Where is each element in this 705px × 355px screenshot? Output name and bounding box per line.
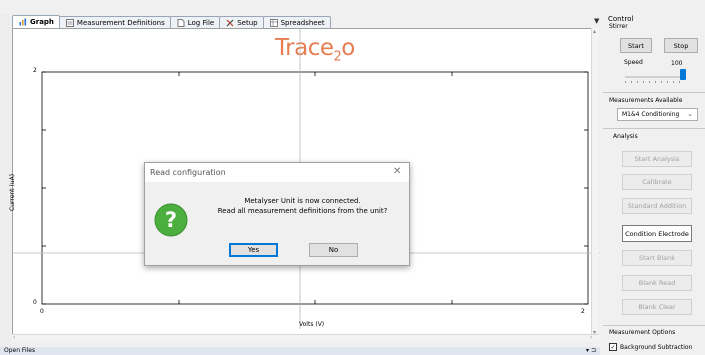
tab-spreadsheet[interactable]: Spreadsheet: [262, 16, 331, 28]
scroll-up-icon[interactable]: ▴: [593, 28, 596, 35]
measurement-select-value: M1&4 Conditioning: [622, 111, 680, 118]
tab-label: Spreadsheet: [280, 18, 325, 27]
spreadsheet-icon: [269, 18, 278, 27]
measurement-options-label: Measurement Options: [609, 329, 676, 336]
x-axis-label: Volts (V): [299, 321, 325, 328]
svg-text:?: ?: [165, 208, 177, 232]
measurements-available-label: Measurements Available: [609, 97, 683, 104]
tab-log-file[interactable]: Log File: [169, 16, 221, 28]
background-subtraction-checkbox[interactable]: ✓: [609, 343, 617, 351]
graph-horizontal-scrollbar[interactable]: ‹ ›: [12, 334, 599, 341]
scroll-right-icon[interactable]: ›: [590, 334, 592, 341]
yes-button[interactable]: Yes: [229, 243, 278, 257]
tab-graph[interactable]: Graph: [12, 15, 60, 28]
open-files-panel-header[interactable]: Open Files ▾ ⊐: [0, 347, 600, 355]
y-tick-label-bottom: 0: [33, 299, 37, 306]
tab-bar: Graph Measurement Definitions Log File S…: [12, 15, 331, 28]
tab-label: Measurement Definitions: [76, 18, 165, 27]
dialog-message: Metalyser Unit is now connected. Read al…: [200, 196, 405, 216]
x-tick-label-left: 0: [40, 308, 44, 315]
speed-slider-ticks: [625, 81, 685, 83]
start-blank-button[interactable]: Start Blank: [622, 250, 692, 266]
tab-setup[interactable]: Setup: [219, 16, 264, 28]
top-strip: [0, 0, 705, 14]
divider: [603, 128, 705, 129]
graph-vertical-scrollbar[interactable]: ▴ ▾: [591, 28, 599, 341]
background-subtraction-label: Background Subtraction: [620, 344, 693, 351]
divider: [603, 92, 705, 93]
scroll-left-icon[interactable]: ‹: [13, 334, 15, 341]
close-icon[interactable]: ✕: [393, 166, 401, 177]
standard-addition-button[interactable]: Standard Addition: [622, 198, 692, 214]
pin-icon[interactable]: ▾ ⊐: [586, 347, 596, 355]
dialog-title: Read configuration: [150, 168, 226, 177]
chevron-down-icon: ⌄: [687, 110, 693, 118]
speed-label: Speed: [624, 59, 643, 66]
tab-label: Graph: [30, 18, 54, 26]
tab-measurement-definitions[interactable]: Measurement Definitions: [58, 16, 171, 28]
speed-value: 100: [671, 60, 683, 67]
speed-slider-thumb[interactable]: [680, 69, 686, 80]
blank-clear-button[interactable]: Blank Clear: [622, 299, 692, 315]
chart-icon: [19, 18, 27, 26]
stirrer-group-label: Stirrer: [609, 23, 628, 30]
y-tick-label-top: 2: [33, 67, 37, 74]
dialog-message-line2: Read all measurement definitions from th…: [217, 207, 388, 215]
dialog-titlebar: Read configuration ✕: [145, 163, 409, 182]
analysis-group-label: Analysis: [613, 133, 638, 140]
tab-label: Setup: [237, 18, 258, 27]
blank-read-button[interactable]: Blank Read: [622, 275, 692, 291]
divider: [603, 325, 705, 326]
tools-icon: [226, 19, 234, 27]
definitions-icon: [66, 18, 74, 27]
document-icon: [177, 18, 185, 27]
calibrate-button[interactable]: Calibrate: [622, 174, 692, 190]
read-configuration-dialog: Read configuration ✕ ? Metalyser Unit is…: [144, 162, 410, 266]
start-analysis-button[interactable]: Start Analysis: [622, 151, 692, 167]
dialog-message-line1: Metalyser Unit is now connected.: [244, 197, 361, 205]
stirrer-stop-button[interactable]: Stop: [664, 38, 698, 53]
open-files-label: Open Files: [4, 347, 36, 354]
control-panel: Control Stirrer Start Stop Speed 100 Mea…: [603, 14, 705, 355]
y-axis-label: Current (uA): [9, 173, 16, 211]
condition-electrode-button[interactable]: Condition Electrode: [622, 225, 692, 242]
measurement-select[interactable]: M1&4 Conditioning ⌄: [617, 108, 698, 121]
x-tick-label-right: 2: [581, 308, 585, 315]
tab-label: Log File: [187, 18, 215, 27]
question-icon: ?: [154, 203, 188, 239]
tab-list-dropdown-icon[interactable]: ▼: [594, 17, 599, 25]
stirrer-start-button[interactable]: Start: [620, 38, 652, 53]
control-title: Control: [608, 15, 634, 23]
speed-slider-track[interactable]: [625, 76, 685, 78]
no-button[interactable]: No: [309, 243, 358, 257]
